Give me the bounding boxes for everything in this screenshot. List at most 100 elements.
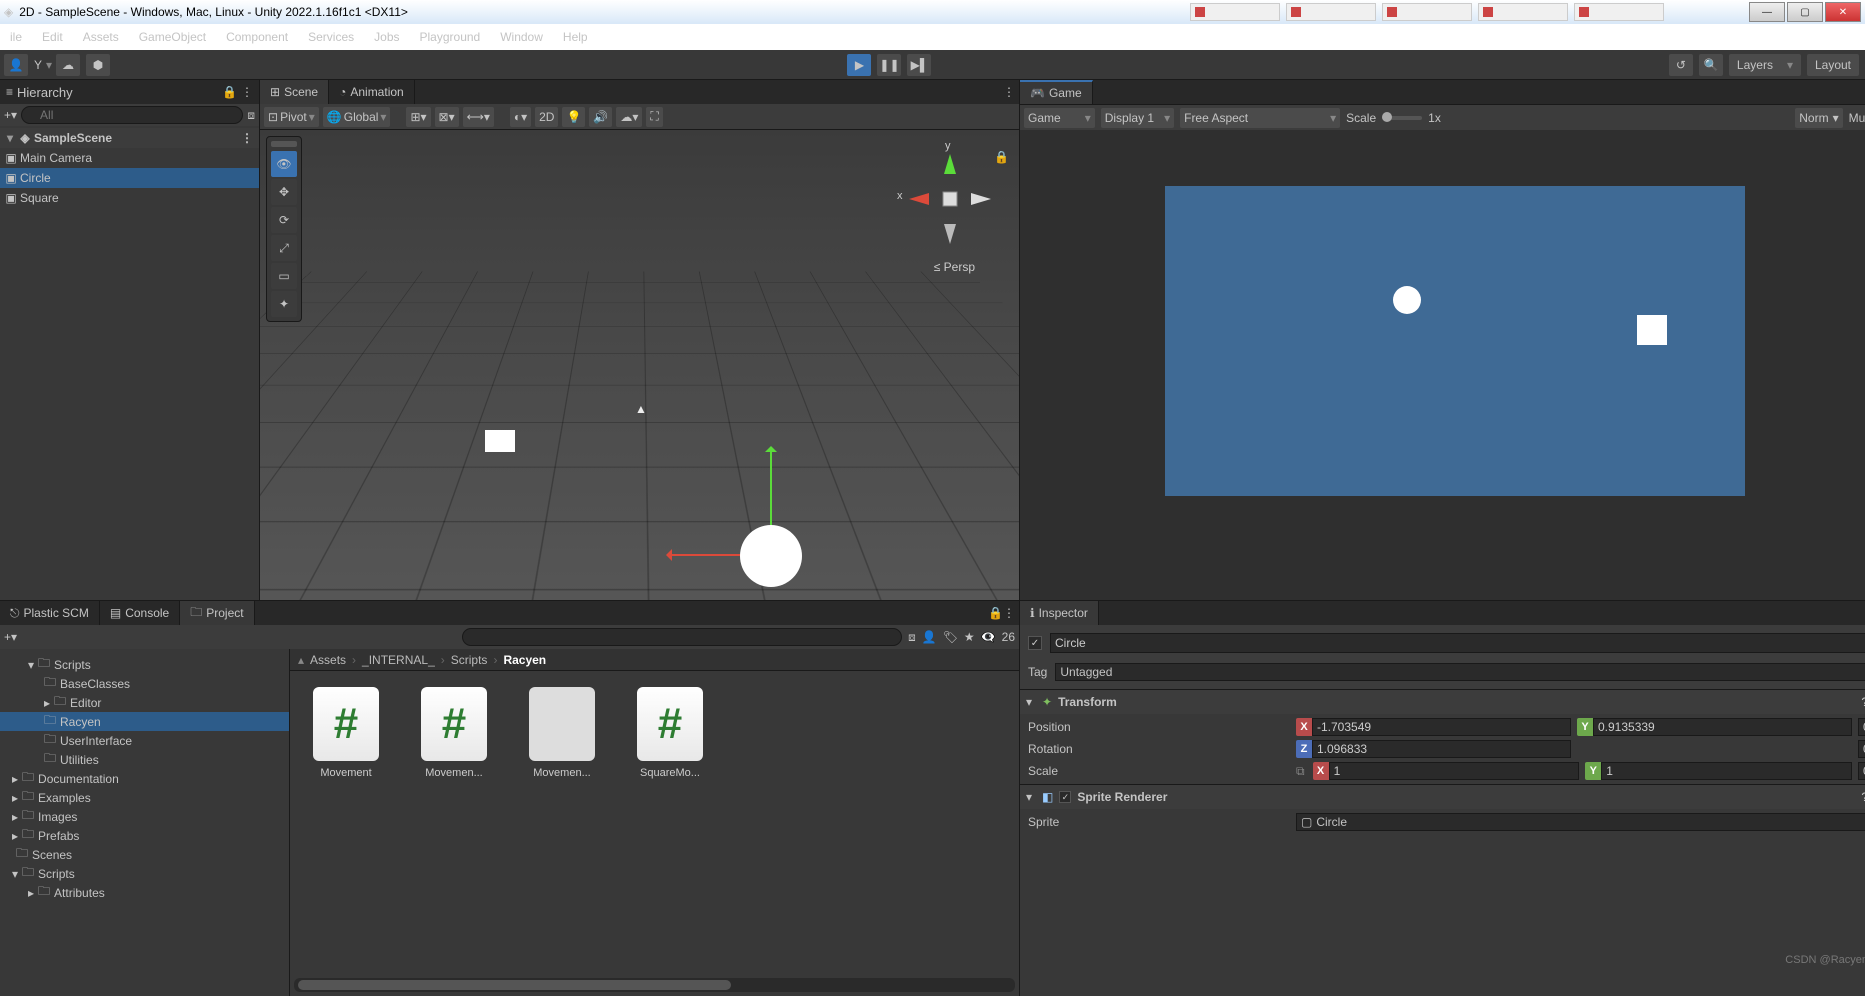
favorite-icon[interactable]: 🏷 xyxy=(943,630,958,644)
perspective-label[interactable]: ≤ Persp xyxy=(934,260,975,274)
panel-menu-icon[interactable]: ⋮ xyxy=(1003,606,1015,620)
rotate-tool[interactable]: ⟳ xyxy=(271,207,297,233)
scene-menu-icon[interactable]: ⋮ xyxy=(241,131,253,145)
position-z-input[interactable] xyxy=(1858,718,1865,736)
hidden-icon[interactable]: 👁‍🗨 xyxy=(981,630,996,644)
component-enabled-checkbox[interactable]: ✓ xyxy=(1059,791,1071,803)
project-search-input[interactable] xyxy=(462,628,902,646)
rect-tool[interactable]: ▭ xyxy=(271,263,297,289)
rotation-z-input[interactable] xyxy=(1312,740,1571,758)
folder-documentation[interactable]: ▸🗀Documentation xyxy=(0,769,289,788)
menu-component[interactable]: Component xyxy=(220,28,294,46)
menu-file[interactable]: ile xyxy=(4,28,28,46)
gizmos-dropdown[interactable]: ⛶ xyxy=(646,107,662,127)
mute-toggle[interactable]: Mute A xyxy=(1849,111,1865,125)
project-add-icon[interactable]: +▾ xyxy=(4,630,17,644)
close-button[interactable]: ✕ xyxy=(1825,2,1861,22)
search-by-type-icon[interactable]: ⧈ xyxy=(908,630,916,645)
folder-racyen[interactable]: 🗀Racyen xyxy=(0,712,289,731)
pivot-dropdown[interactable]: ⊡Pivot▾ xyxy=(264,107,319,127)
hierarchy-lock-icon[interactable]: 🔒 xyxy=(222,85,237,99)
menu-jobs[interactable]: Jobs xyxy=(368,28,405,46)
scale-z-input[interactable] xyxy=(1858,762,1865,780)
layout-dropdown[interactable]: Layout xyxy=(1807,54,1859,76)
scale-tool[interactable]: ⤢ xyxy=(271,235,297,261)
menu-edit[interactable]: Edit xyxy=(36,28,69,46)
folder-scripts-top[interactable]: ▾🗀Scripts xyxy=(0,655,289,674)
scene-square-object[interactable] xyxy=(485,430,515,452)
hierarchy-item-circle[interactable]: ▣ Circle xyxy=(0,168,259,188)
increment-snap[interactable]: ⟷▾ xyxy=(463,107,494,127)
grid-toggle[interactable]: ⊞▾ xyxy=(406,107,430,127)
play-button[interactable]: ▶ xyxy=(847,54,871,76)
breadcrumb-internal[interactable]: _INTERNAL_ xyxy=(362,653,435,667)
folder-attributes[interactable]: ▸🗀Attributes xyxy=(0,883,289,902)
scene-circle-object[interactable] xyxy=(740,525,802,587)
active-checkbox[interactable]: ✓ xyxy=(1028,636,1042,650)
breadcrumb-racyen[interactable]: Racyen xyxy=(503,653,546,667)
folder-examples[interactable]: ▸🗀Examples xyxy=(0,788,289,807)
position-y-input[interactable] xyxy=(1593,718,1852,736)
tab-plastic-scm[interactable]: ⎋Plastic SCM xyxy=(0,601,100,625)
chevron-down-icon[interactable]: ▾ xyxy=(1026,790,1036,804)
minimize-button[interactable]: — xyxy=(1749,2,1785,22)
tab-menu-icon[interactable]: ⋮ xyxy=(1003,85,1015,99)
tag-dropdown[interactable]: Untagged▾ xyxy=(1055,663,1865,681)
asset-item[interactable]: #Movemen... xyxy=(414,687,494,779)
layers-dropdown[interactable]: Layers ▾ xyxy=(1729,54,1801,76)
asset-item[interactable]: #SquareMo... xyxy=(630,687,710,779)
lighting-toggle[interactable]: 💡 xyxy=(562,107,585,127)
chevron-down-icon[interactable]: ▾ xyxy=(1026,695,1036,709)
folder-baseclasses[interactable]: 🗀BaseClasses xyxy=(0,674,289,693)
gameobject-name-input[interactable] xyxy=(1050,633,1865,653)
tab-console[interactable]: ▤Console xyxy=(100,601,180,625)
view-tool[interactable]: 👁 xyxy=(271,151,297,177)
game-mode-dropdown[interactable]: Game▾ xyxy=(1024,108,1095,128)
display-dropdown[interactable]: Display 1▾ xyxy=(1101,108,1174,128)
position-x-input[interactable] xyxy=(1312,718,1571,736)
menu-assets[interactable]: Assets xyxy=(77,28,125,46)
menu-playground[interactable]: Playground xyxy=(414,28,487,46)
scale-link-icon[interactable]: ⧉ xyxy=(1296,764,1305,779)
star-icon[interactable]: ★ xyxy=(964,630,975,644)
pause-button[interactable]: ❚❚ xyxy=(877,54,901,76)
search-icon[interactable]: 🔍 xyxy=(1699,54,1723,76)
menu-services[interactable]: Services xyxy=(302,28,360,46)
tab-scene[interactable]: ⊞Scene xyxy=(260,80,329,104)
tab-animation[interactable]: ◔Animation xyxy=(329,80,415,104)
menu-gameobject[interactable]: GameObject xyxy=(133,28,212,46)
scene-camera-icon[interactable]: ▲ xyxy=(635,402,647,416)
folder-userinterface[interactable]: 🗀UserInterface xyxy=(0,731,289,750)
tool-handle[interactable] xyxy=(271,141,297,147)
menu-help[interactable]: Help xyxy=(557,28,594,46)
scale-x-input[interactable] xyxy=(1329,762,1580,780)
scene-canvas[interactable]: 👁 ✥ ⟳ ⤢ ▭ ✦ 🔒 y x ≤ Persp xyxy=(260,130,1019,600)
asset-item[interactable]: Movemen... xyxy=(522,687,602,779)
sprite-field[interactable]: ▢Circle xyxy=(1296,813,1865,831)
hierarchy-menu-icon[interactable]: ⋮ xyxy=(241,85,253,99)
hierarchy-search-input[interactable] xyxy=(21,106,243,124)
folder-utilities[interactable]: 🗀Utilities xyxy=(0,750,289,769)
package-icon[interactable]: ⬢ xyxy=(86,54,110,76)
panel-lock-icon[interactable]: 🔒 xyxy=(988,606,1003,620)
asset-item[interactable]: #Movement xyxy=(306,687,386,779)
step-button[interactable]: ▶▌ xyxy=(907,54,931,76)
folder-editor[interactable]: ▸🗀Editor xyxy=(0,693,289,712)
orientation-gizmo[interactable]: y x xyxy=(895,144,1005,254)
folder-prefabs[interactable]: ▸🗀Prefabs xyxy=(0,826,289,845)
cloud-icon[interactable]: ☁ xyxy=(56,54,80,76)
tab-project[interactable]: 🗀Project xyxy=(180,601,254,625)
undo-history-icon[interactable]: ↺ xyxy=(1669,54,1693,76)
hierarchy-item-main-camera[interactable]: ▣ Main Camera xyxy=(0,148,259,168)
transform-tool[interactable]: ✦ xyxy=(271,291,297,317)
move-tool[interactable]: ✥ xyxy=(271,179,297,205)
folder-scenes[interactable]: 🗀Scenes xyxy=(0,845,289,864)
breadcrumb-assets[interactable]: Assets xyxy=(310,653,346,667)
audio-toggle[interactable]: 🔊 xyxy=(589,107,612,127)
account-icon[interactable]: 👤 xyxy=(4,54,28,76)
gizmo-y-axis[interactable] xyxy=(770,450,772,530)
maximize-button[interactable]: ▢ xyxy=(1787,2,1823,22)
folder-scripts[interactable]: ▾🗀Scripts xyxy=(0,864,289,883)
normal-dropdown[interactable]: Norm▾ xyxy=(1795,108,1842,128)
account-label[interactable]: Y xyxy=(34,58,42,72)
